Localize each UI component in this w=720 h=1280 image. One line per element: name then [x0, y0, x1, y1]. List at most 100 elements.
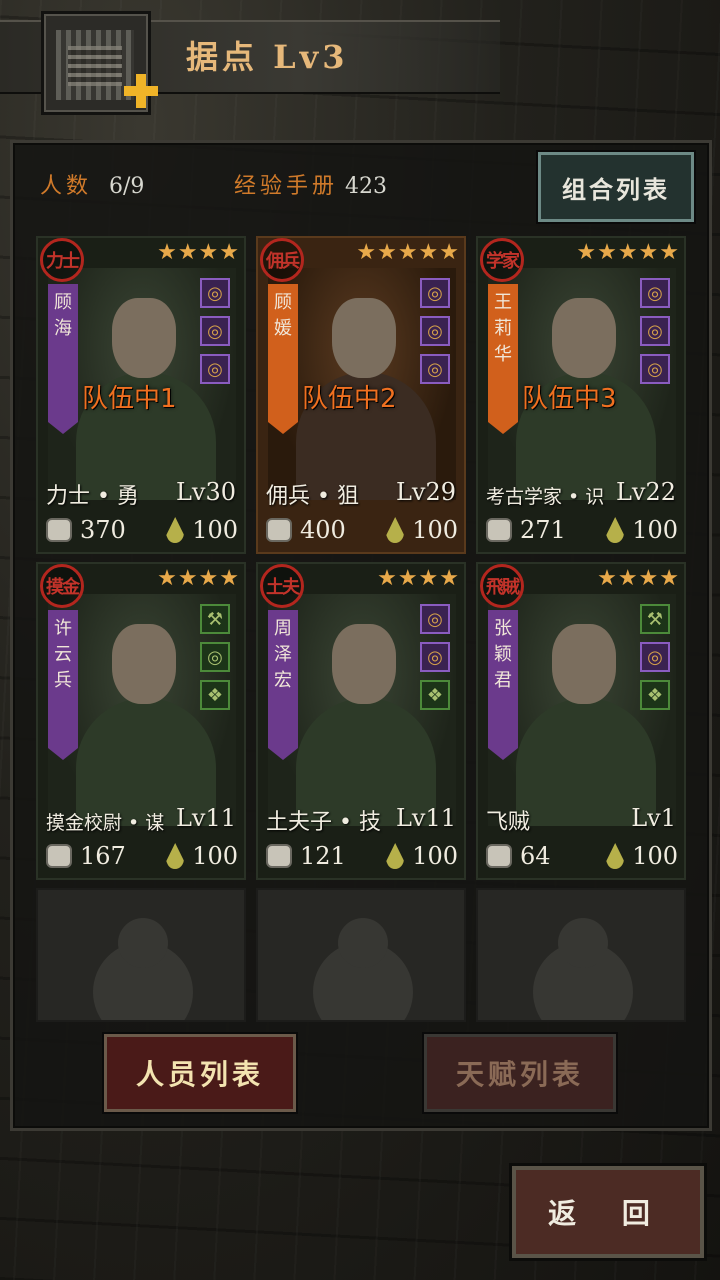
tab-personnel-list[interactable]: 人员列表 [104, 1034, 296, 1112]
character-name: 顾海 [54, 292, 72, 339]
power-value: 271 [520, 516, 566, 544]
class-seal-icon: 土夫 [260, 564, 304, 608]
character-class: 考古学家 • 识 [486, 486, 605, 508]
water-value: 100 [632, 516, 678, 544]
character-card[interactable]: 王莉华 学家 ★★★★★ ◎ ◎ ◎ 队伍中3 考古学家 • 识 Lv22 27… [476, 236, 686, 554]
tool-icon[interactable]: ⚒ [640, 604, 670, 634]
ring-icon[interactable]: ◎ [420, 316, 450, 346]
power-stat: 167 [46, 842, 126, 870]
charm-icon[interactable]: ❖ [640, 680, 670, 710]
character-class: 摸金校尉 • 谋 [46, 812, 165, 834]
star-rating: ★★★★ [597, 566, 680, 591]
team-status: 队伍中2 [302, 384, 397, 414]
ring-icon[interactable]: ◎ [200, 278, 230, 308]
star-rating: ★★★★★ [356, 240, 460, 265]
character-card[interactable]: 顾海 力士 ★★★★ ◎ ◎ ◎ 队伍中1 力士 • 勇 Lv30 370 10… [36, 236, 246, 554]
water-value: 100 [632, 842, 678, 870]
ring-icon[interactable]: ◎ [420, 642, 450, 672]
ring-icon[interactable]: ◎ [640, 316, 670, 346]
team-status: 队伍中3 [522, 384, 617, 414]
power-value: 400 [300, 516, 346, 544]
charm-icon[interactable]: ❖ [420, 680, 450, 710]
power-value: 121 [300, 842, 346, 870]
fist-icon [266, 518, 292, 542]
exp-stat: 经验手册 423 [234, 168, 387, 200]
ring-icon[interactable]: ◎ [420, 604, 450, 634]
character-level: Lv29 [395, 478, 456, 506]
tool-icon[interactable]: ⚒ [200, 604, 230, 634]
character-card[interactable]: 周泽宏 土夫 ★★★★ ◎ ◎ ❖ 土夫子 • 技 Lv11 121 100 [256, 562, 466, 880]
water-stat: 100 [386, 842, 458, 870]
population-stat: 人数 6/9 [40, 168, 144, 200]
character-level: Lv30 [175, 478, 236, 506]
ring-icon[interactable]: ◎ [640, 642, 670, 672]
equipment-slots: ◎ ◎ ◎ [200, 278, 232, 392]
water-drop-icon [386, 843, 405, 869]
water-drop-icon [166, 843, 185, 869]
character-level: Lv11 [175, 804, 236, 832]
water-stat: 100 [166, 842, 238, 870]
equipment-slots: ◎ ◎ ◎ [640, 278, 672, 392]
fist-icon [46, 844, 72, 868]
power-stat: 370 [46, 516, 126, 544]
ring-icon[interactable]: ◎ [640, 278, 670, 308]
back-button[interactable]: 返 回 [512, 1166, 704, 1258]
power-value: 370 [80, 516, 126, 544]
character-class: 土夫子 • 技 [266, 810, 381, 835]
ring-icon[interactable]: ◎ [200, 642, 230, 672]
star-rating: ★★★★★ [576, 240, 680, 265]
water-value: 100 [412, 516, 458, 544]
character-name: 顾媛 [274, 292, 292, 339]
water-drop-icon [606, 517, 625, 543]
team-status: 队伍中1 [82, 384, 177, 414]
power-stat: 400 [266, 516, 346, 544]
ring-icon[interactable]: ◎ [200, 316, 230, 346]
water-drop-icon [606, 843, 625, 869]
water-stat: 100 [166, 516, 238, 544]
water-value: 100 [412, 842, 458, 870]
equipment-slots: ⚒ ◎ ❖ [640, 604, 672, 718]
power-value: 64 [520, 842, 551, 870]
class-seal-icon: 飛賊 [480, 564, 524, 608]
upgrade-plus-icon[interactable] [124, 74, 158, 108]
empty-slot[interactable] [36, 888, 246, 1022]
empty-slot[interactable] [256, 888, 466, 1022]
class-seal-icon: 学家 [480, 238, 524, 282]
water-stat: 100 [606, 516, 678, 544]
power-stat: 121 [266, 842, 346, 870]
character-level: Lv22 [615, 478, 676, 506]
class-seal-icon: 力士 [40, 238, 84, 282]
ring-icon[interactable]: ◎ [420, 278, 450, 308]
character-level: Lv1 [631, 804, 676, 832]
class-seal-icon: 摸金 [40, 564, 84, 608]
ring-icon[interactable]: ◎ [420, 354, 450, 384]
water-drop-icon [166, 517, 185, 543]
combo-list-button[interactable]: 组合列表 [538, 152, 694, 222]
population-label: 人数 [40, 174, 93, 199]
character-name: 许云兵 [54, 618, 72, 691]
water-stat: 100 [386, 516, 458, 544]
base-title: 据点 Lv3 [186, 38, 349, 76]
power-stat: 271 [486, 516, 566, 544]
character-card[interactable]: 顾媛 佣兵 ★★★★★ ◎ ◎ ◎ 队伍中2 佣兵 • 狙 Lv29 400 1… [256, 236, 466, 554]
star-rating: ★★★★ [157, 566, 240, 591]
equipment-slots: ⚒ ◎ ❖ [200, 604, 232, 718]
water-value: 100 [192, 516, 238, 544]
character-name: 张颖君 [494, 618, 512, 691]
empty-slot[interactable] [476, 888, 686, 1022]
tab-talent-list[interactable]: 天赋列表 [424, 1034, 616, 1112]
character-card[interactable]: 许云兵 摸金 ★★★★ ⚒ ◎ ❖ 摸金校尉 • 谋 Lv11 167 100 [36, 562, 246, 880]
class-seal-icon: 佣兵 [260, 238, 304, 282]
fist-icon [486, 844, 512, 868]
ring-icon[interactable]: ◎ [200, 354, 230, 384]
exp-value: 423 [345, 174, 388, 199]
character-card[interactable]: 张颖君 飛賊 ★★★★ ⚒ ◎ ❖ 飞贼 Lv1 64 100 [476, 562, 686, 880]
fist-icon [486, 518, 512, 542]
equipment-slots: ◎ ◎ ❖ [420, 604, 452, 718]
fist-icon [46, 518, 72, 542]
power-stat: 64 [486, 842, 551, 870]
charm-icon[interactable]: ❖ [200, 680, 230, 710]
water-drop-icon [386, 517, 405, 543]
character-class: 力士 • 勇 [46, 484, 139, 509]
ring-icon[interactable]: ◎ [640, 354, 670, 384]
